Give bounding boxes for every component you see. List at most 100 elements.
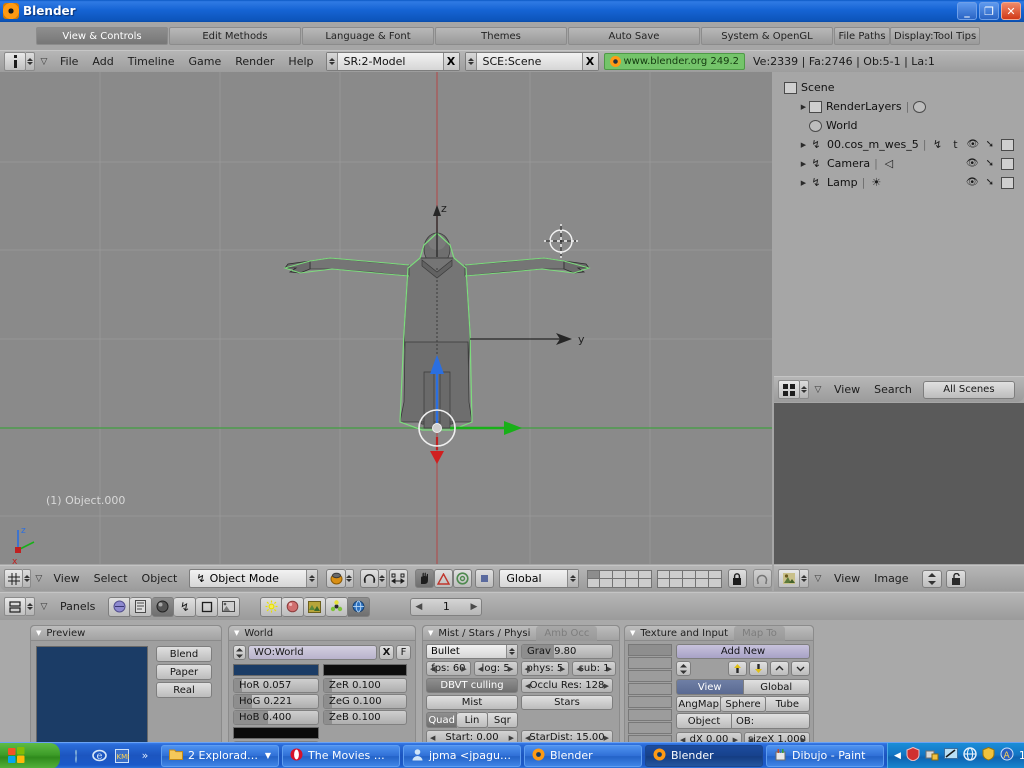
prefs-tab-themes[interactable]: Themes: [435, 27, 567, 45]
solid-shading-icon[interactable]: [326, 569, 346, 588]
menu-collapse-icon[interactable]: ▽: [35, 602, 53, 612]
shield-icon[interactable]: [982, 746, 995, 764]
draw-type-spinner[interactable]: [345, 569, 354, 588]
outliner-row-camera[interactable]: ▶ ↯ Camera | ◁ 👁 ➘: [782, 154, 1024, 173]
frame-field[interactable]: ◀ 1 ▶: [410, 597, 483, 616]
pivot-spinner[interactable]: [378, 569, 387, 588]
panel-collapse-icon[interactable]: ▼: [428, 629, 433, 637]
panel-collapse-icon[interactable]: ▼: [630, 629, 635, 637]
outliner-row-lamp[interactable]: ▶ ↯ Lamp | ☀ 👁 ➘: [782, 173, 1024, 192]
outliner-row-renderlayers[interactable]: ▶ RenderLayers |: [782, 97, 1024, 116]
scale-manip-icon[interactable]: [453, 569, 473, 588]
layer-14[interactable]: [625, 578, 639, 588]
info-editor-icon[interactable]: [4, 52, 26, 71]
frame-prev-icon[interactable]: ◀: [411, 602, 422, 612]
coord-object-button[interactable]: Object: [676, 713, 732, 729]
unlock-icon[interactable]: [945, 569, 966, 588]
panel-mist-header[interactable]: ▼ Mist / Stars / Physi Amb Occ: [423, 625, 619, 641]
script-icon[interactable]: [130, 596, 153, 617]
hand-icon[interactable]: [414, 569, 434, 588]
taskbar-item-messenger[interactable]: jpma <jpagu…: [403, 744, 521, 767]
outliner-menu-view[interactable]: View: [827, 380, 867, 400]
panel-collapse-icon[interactable]: ▼: [36, 629, 41, 637]
taskbar-item-blender-2[interactable]: Blender: [645, 744, 763, 767]
layer-12[interactable]: [599, 578, 613, 588]
falloff-lin-button[interactable]: Lin: [457, 712, 488, 728]
layer-3[interactable]: [612, 569, 626, 579]
uv-image-editor[interactable]: [774, 403, 1024, 564]
texture-icon[interactable]: [304, 596, 327, 617]
coord-view-button[interactable]: View: [676, 679, 744, 695]
prefs-tab-auto-save[interactable]: Auto Save: [568, 27, 700, 45]
sub-field[interactable]: ◀ sub: 1 ▶: [572, 661, 617, 676]
pivot-median-icon[interactable]: [359, 569, 379, 588]
layer-11[interactable]: [586, 578, 600, 588]
object-icon[interactable]: ↯: [174, 596, 197, 617]
uv-image-editor-icon[interactable]: [778, 569, 800, 588]
layer-8[interactable]: [682, 569, 696, 579]
panel-texture-header[interactable]: ▼ Texture and Input Map To: [625, 625, 813, 641]
layer-5[interactable]: [638, 569, 652, 579]
layer-10[interactable]: [708, 569, 722, 579]
texture-channel-6[interactable]: [628, 722, 672, 734]
screen-browse-spinner[interactable]: [326, 53, 338, 70]
coord-tube-button[interactable]: Tube: [765, 696, 810, 712]
outliner-menu-search[interactable]: Search: [867, 380, 919, 400]
screen-name-field[interactable]: SR:2-Model: [338, 55, 443, 68]
shading-icon[interactable]: [152, 596, 175, 617]
layer-15[interactable]: [638, 578, 652, 588]
fps-field[interactable]: ◀ fps: 60 ▶: [426, 661, 471, 676]
preview-blend-button[interactable]: Blend: [156, 646, 212, 662]
prefs-tab-system-opengl[interactable]: System & OpenGL: [701, 27, 833, 45]
outliner-icon[interactable]: [778, 380, 800, 399]
layer-16[interactable]: [656, 578, 670, 588]
texture-channel-2[interactable]: [628, 670, 672, 682]
taskbar-clock[interactable]: 13:31: [1019, 749, 1024, 762]
zenith-r-slider[interactable]: ZeR 0.100: [323, 678, 407, 693]
buttons-menu-panels[interactable]: Panels: [53, 597, 102, 617]
globe-icon[interactable]: [963, 747, 977, 764]
frame-next-icon[interactable]: ▶: [470, 602, 481, 612]
maximize-button[interactable]: ❐: [979, 2, 999, 20]
dbvt-culling-button[interactable]: DBVT culling: [426, 678, 518, 693]
coord-sphere-button[interactable]: Sphere: [721, 696, 766, 712]
image-datablock-icon[interactable]: [921, 569, 942, 588]
expand-triangle-icon[interactable]: ▶: [798, 179, 809, 187]
layer-13[interactable]: [612, 578, 626, 588]
stars-toggle-button[interactable]: Stars: [521, 695, 613, 710]
taskbar-item-blender-1[interactable]: Blender: [524, 744, 642, 767]
editor-type-spinner[interactable]: [800, 569, 809, 588]
scene-browse-spinner[interactable]: [465, 53, 477, 70]
expand-triangle-icon[interactable]: ▶: [798, 160, 809, 168]
material-icon[interactable]: [282, 596, 305, 617]
screen-delete-button[interactable]: X: [442, 53, 459, 70]
expand-triangle-icon[interactable]: ▶: [798, 103, 809, 111]
add-new-texture-button[interactable]: Add New: [676, 644, 810, 659]
image-menu-view[interactable]: View: [827, 569, 867, 589]
panel-tab-amb-occ[interactable]: Amb Occ: [536, 625, 598, 641]
minimize-button[interactable]: _: [957, 2, 977, 20]
show-desktop-icon[interactable]: [68, 748, 84, 764]
layer-9[interactable]: [695, 569, 709, 579]
view3d-menu-view[interactable]: View: [47, 569, 87, 589]
texture-browse-spinner[interactable]: [676, 661, 691, 676]
orientation-icon[interactable]: [475, 569, 495, 588]
lock-icon[interactable]: [727, 569, 747, 588]
restrict-select-icon[interactable]: ➘: [986, 158, 994, 169]
world-browse-spinner[interactable]: [233, 645, 246, 660]
menu-add[interactable]: Add: [85, 52, 120, 72]
render-preview-icon[interactable]: [913, 100, 927, 113]
zenith-g-slider[interactable]: ZeG 0.100: [323, 694, 407, 709]
texture-channel-0[interactable]: [628, 644, 672, 656]
chevron-down-icon[interactable]: ▼: [265, 751, 271, 760]
panel-tab-map-to[interactable]: Map To: [734, 625, 785, 641]
restrict-select-icon[interactable]: ➘: [986, 139, 994, 150]
view3d-menu-select[interactable]: Select: [87, 569, 135, 589]
restrict-select-icon[interactable]: ➘: [986, 177, 994, 188]
editor-type-spinner[interactable]: [800, 380, 809, 399]
menu-file[interactable]: File: [53, 52, 85, 72]
move-down-icon[interactable]: [749, 661, 768, 676]
prefs-tab-edit-methods[interactable]: Edit Methods: [169, 27, 301, 45]
editor-type-spinner[interactable]: [26, 597, 35, 616]
image-menu-image[interactable]: Image: [867, 569, 915, 589]
